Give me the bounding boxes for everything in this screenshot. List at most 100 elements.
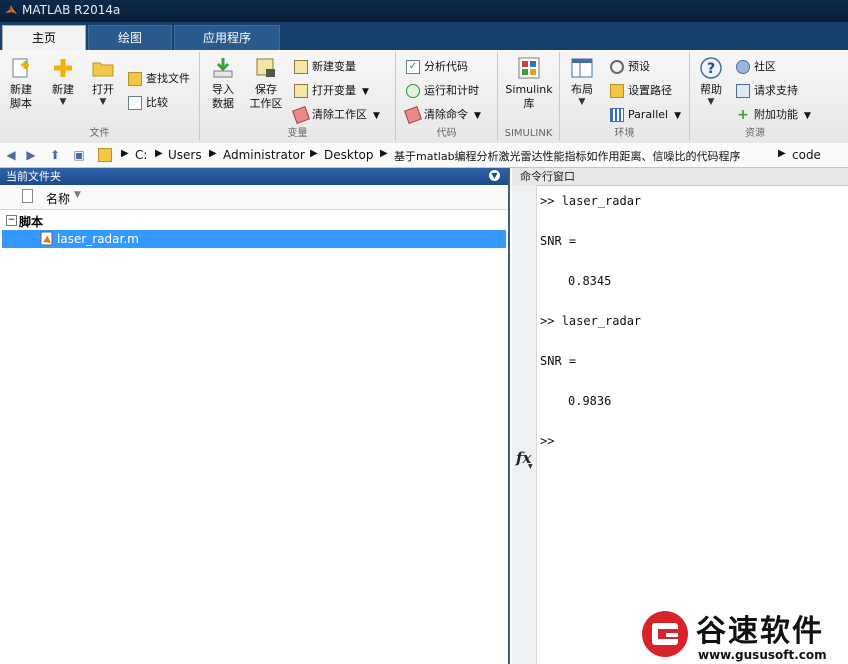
breadcrumb-users[interactable]: Users — [168, 148, 202, 162]
group-row-scripts[interactable]: − 脚本 — [0, 211, 508, 229]
breadcrumb-separator: ▶ — [778, 148, 786, 159]
open-variable-button[interactable]: 打开变量 ▼ — [294, 82, 369, 100]
chevron-down-icon: ▼ — [804, 111, 811, 121]
command-prompt[interactable]: >> — [540, 434, 554, 448]
new-script-icon — [12, 58, 29, 78]
forward-arrow-icon[interactable]: ▶ — [22, 146, 40, 164]
import-data-button[interactable]: 导入 数据 — [206, 56, 240, 111]
watermark: 谷速软件 www.gususoft.com — [638, 604, 848, 664]
breadcrumb-separator: ▶ — [380, 148, 388, 159]
current-folder-header: 当前文件夹 ▼ — [0, 168, 508, 185]
panel-menu-icon[interactable]: ▼ — [489, 170, 500, 181]
chevron-down-icon: ▼ — [59, 97, 67, 107]
file-name: laser_radar.m — [57, 232, 139, 246]
breadcrumb-project-folder[interactable]: 基于matlab编程分析激光雷达性能指标如作用距离、信噪比的代码程序 — [394, 148, 741, 164]
eraser-icon — [404, 106, 422, 124]
tab-plots[interactable]: 绘图 — [88, 25, 172, 50]
compare-icon — [128, 96, 142, 110]
chevron-down-icon: ▼ — [578, 97, 586, 107]
parallel-button[interactable]: Parallel ▼ — [610, 106, 681, 124]
current-folder-panel: 当前文件夹 ▼ 名称 ▼ − 脚本 laser_radar.m — [0, 168, 510, 664]
set-path-button[interactable]: 设置路径 — [610, 82, 672, 100]
simulink-library-button[interactable]: Simulink 库 — [504, 56, 554, 111]
run-and-time-button[interactable]: 运行和计时 — [406, 82, 479, 100]
analyze-code-button[interactable]: ✓ 分析代码 — [406, 58, 468, 76]
new-label: 新建 — [52, 83, 74, 96]
run-time-icon — [406, 84, 420, 98]
command-window-header: 命令行窗口 — [512, 168, 848, 186]
group-simulink: Simulink 库 SIMULINK — [498, 52, 560, 141]
current-folder-title: 当前文件夹 — [6, 170, 61, 183]
request-support-label: 请求支持 — [754, 84, 798, 97]
gear-icon — [610, 60, 624, 74]
save-workspace-label: 保存 工作区 — [249, 83, 283, 110]
help-icon: ? — [700, 57, 722, 79]
breadcrumb-desktop[interactable]: Desktop — [324, 148, 374, 162]
group-variable: 导入 数据 保存 工作区 新建变量 打开变量 ▼ 清除工作区 ▼ 变量 — [200, 52, 396, 141]
help-button[interactable]: ? 帮助 ▼ — [696, 56, 726, 107]
chevron-down-icon: ▼ — [674, 111, 682, 121]
column-header: 名称 ▼ — [0, 185, 508, 210]
analyze-code-icon: ✓ — [406, 60, 420, 74]
folder-icon — [98, 148, 112, 162]
back-arrow-icon[interactable]: ◀ — [2, 146, 20, 164]
column-name[interactable]: 名称 — [46, 190, 70, 207]
tab-apps[interactable]: 应用程序 — [174, 25, 280, 50]
preferences-button[interactable]: 预设 — [610, 58, 650, 76]
open-variable-icon — [294, 84, 308, 98]
command-line: >> laser_radar — [540, 314, 642, 328]
clear-workspace-label: 清除工作区 — [312, 108, 367, 121]
matlab-logo-icon — [5, 5, 17, 14]
new-script-label: 新建 脚本 — [10, 83, 32, 110]
find-files-label: 查找文件 — [146, 72, 190, 85]
ribbon-toolbar: 新建 脚本 新建 ▼ 打开 ▼ 查找文件 比较 文件 导入 数据 保存 工作区 … — [0, 50, 848, 144]
layout-label: 布局 — [571, 83, 593, 96]
group-label: 脚本 — [19, 215, 44, 229]
open-label: 打开 — [92, 83, 114, 96]
output-label: SNR = — [540, 234, 577, 248]
parallel-icon — [610, 108, 624, 122]
up-folder-icon[interactable]: ⬆ — [46, 146, 64, 164]
preferences-label: 预设 — [628, 60, 650, 73]
folder-icon — [610, 84, 624, 98]
find-files-button[interactable]: 查找文件 — [128, 70, 190, 88]
breadcrumb-administrator[interactable]: Administrator — [223, 148, 305, 162]
group-label-resources: 资源 — [745, 128, 765, 139]
add-ons-button[interactable]: + 附加功能 ▼ — [736, 106, 811, 124]
group-label-variable: 变量 — [287, 128, 308, 139]
plus-icon — [54, 59, 72, 77]
new-script-button[interactable]: 新建 脚本 — [4, 56, 38, 111]
file-row-laser-radar[interactable]: laser_radar.m — [2, 230, 506, 248]
support-icon — [736, 84, 750, 98]
request-support-button[interactable]: 请求支持 — [736, 82, 798, 100]
output-value: 0.9836 — [568, 394, 612, 408]
help-label: 帮助 — [700, 83, 722, 96]
breadcrumb-separator: ▶ — [121, 148, 129, 159]
watermark-url: www.gususoft.com — [698, 648, 827, 662]
open-button[interactable]: 打开 ▼ — [86, 56, 120, 107]
chevron-down-icon: ▼ — [373, 111, 380, 121]
open-variable-label: 打开变量 — [312, 84, 356, 97]
clear-commands-button[interactable]: 清除命令 ▼ — [404, 106, 481, 124]
compare-button[interactable]: 比较 — [128, 94, 168, 112]
chevron-down-icon[interactable]: ▼ — [528, 463, 533, 470]
community-button[interactable]: 社区 — [736, 58, 776, 76]
sort-arrow-icon[interactable]: ▼ — [74, 190, 81, 200]
breadcrumb-code[interactable]: code — [792, 148, 821, 162]
chevron-down-icon: ▼ — [362, 87, 369, 97]
collapse-toggle-icon[interactable]: − — [6, 215, 17, 226]
group-label-simulink: SIMULINK — [504, 128, 553, 139]
clear-workspace-button[interactable]: 清除工作区 ▼ — [292, 106, 380, 124]
layout-icon — [571, 58, 593, 78]
clear-commands-label: 清除命令 — [424, 108, 468, 121]
save-workspace-button[interactable]: 保存 工作区 — [246, 56, 286, 111]
folder-icon — [92, 62, 114, 77]
layout-button[interactable]: 布局 ▼ — [566, 56, 598, 107]
browse-folder-icon[interactable]: ▣ — [70, 146, 88, 164]
tab-home[interactable]: 主页 — [2, 25, 86, 50]
group-resources: ? 帮助 ▼ 社区 请求支持 + 附加功能 ▼ 资源 — [690, 52, 820, 141]
new-button[interactable]: 新建 ▼ — [46, 56, 80, 107]
breadcrumb-drive[interactable]: C: — [135, 148, 147, 162]
new-variable-button[interactable]: 新建变量 — [294, 58, 356, 76]
output-label: SNR = — [540, 354, 577, 368]
